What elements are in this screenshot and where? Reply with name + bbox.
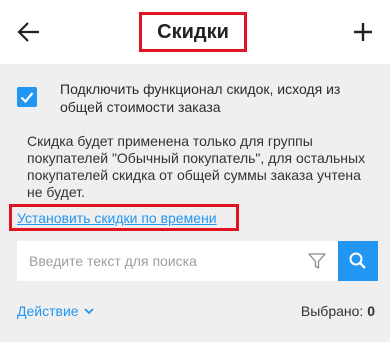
selected-counter: Выбрано: 0 bbox=[301, 303, 375, 319]
plus-icon bbox=[354, 23, 372, 41]
filter-button[interactable] bbox=[307, 251, 327, 271]
discount-note: Скидка будет применена только для группы… bbox=[27, 133, 366, 200]
list-footer: Действие Выбрано: 0 bbox=[17, 303, 375, 323]
top-bar: Скидки bbox=[0, 0, 390, 64]
action-dropdown-label: Действие bbox=[17, 303, 79, 319]
chevron-down-icon bbox=[83, 308, 94, 315]
selected-label: Выбрано: bbox=[300, 303, 364, 319]
discount-checkbox-label: Подключить функционал скидок, исходя из … bbox=[60, 81, 341, 115]
page-title: Скидки bbox=[157, 20, 229, 43]
discount-checkbox[interactable] bbox=[17, 87, 37, 107]
time-discount-link-box: Установить скидки по времени bbox=[9, 204, 239, 231]
back-button[interactable] bbox=[14, 18, 44, 46]
selected-count: 0 bbox=[367, 303, 375, 319]
search-icon bbox=[349, 252, 366, 269]
time-discount-link[interactable]: Установить скидки по времени bbox=[17, 210, 217, 226]
action-dropdown[interactable]: Действие bbox=[17, 303, 96, 319]
page-title-box: Скидки bbox=[139, 12, 247, 52]
filter-icon bbox=[308, 253, 326, 269]
checkmark-icon bbox=[20, 92, 34, 104]
arrow-left-icon bbox=[17, 22, 39, 42]
search-bar bbox=[17, 241, 378, 281]
search-button[interactable] bbox=[338, 241, 378, 281]
search-input[interactable] bbox=[17, 241, 338, 281]
add-button[interactable] bbox=[348, 18, 378, 46]
